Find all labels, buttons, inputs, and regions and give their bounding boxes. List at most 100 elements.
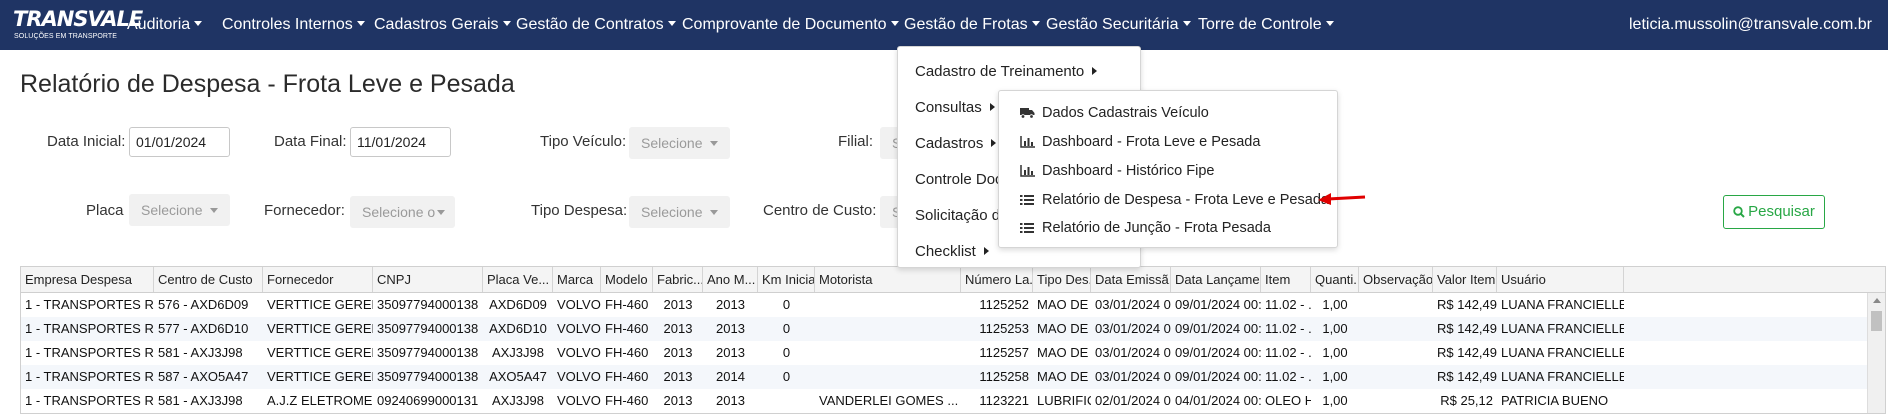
- column-header[interactable]: Km Inicial: [758, 267, 815, 292]
- table-cell: [815, 317, 961, 341]
- nav-comprovante-documento-label: Comprovante de Documento: [682, 16, 887, 33]
- logo-tagline: SOLUÇÕES EM TRANSPORTE: [14, 33, 118, 40]
- data-final-label: Data Final:: [274, 133, 347, 150]
- table-cell: 1,00: [1322, 345, 1348, 360]
- table-cell: 09/01/2024 00:...: [1175, 345, 1261, 360]
- column-header[interactable]: Fabric...: [653, 267, 703, 292]
- column-header[interactable]: Quanti...: [1311, 267, 1359, 292]
- table-row[interactable]: 1 - TRANSPORTES R... 587 - AXO5A47 VERTTIC…: [21, 365, 1867, 389]
- nav-gestao-securitaria[interactable]: Gestão Securitária: [1046, 15, 1191, 35]
- chevron-down-icon: [194, 21, 203, 26]
- column-header[interactable]: Observação: [1359, 267, 1433, 292]
- table-row[interactable]: 1 - TRANSPORTES R... 576 - AXD6D09 VERTTIC…: [21, 293, 1867, 317]
- table-cell: 581 - AXJ3J98: [158, 393, 243, 408]
- table-cell: [815, 293, 961, 317]
- table-cell: [1359, 317, 1433, 341]
- chevron-down-icon: [1031, 21, 1040, 26]
- table-cell: AXO5A47: [489, 369, 547, 384]
- column-header[interactable]: Item: [1261, 267, 1311, 292]
- table-cell: VANDERLEI GOMES ...: [819, 393, 959, 408]
- nav-gestao-contratos[interactable]: Gestão de Contratos: [516, 15, 676, 35]
- column-header[interactable]: Valor Item: [1433, 267, 1497, 292]
- nav-comprovante-documento[interactable]: Comprovante de Documento: [682, 15, 899, 35]
- table-cell: MAO DE ...: [1037, 297, 1091, 312]
- tipo-despesa-select[interactable]: Selecione: [629, 196, 730, 228]
- table-cell: 11.02 - ...: [1265, 321, 1311, 336]
- table-row[interactable]: 1 - TRANSPORTES R... 581 - AXJ3J98 A.J.Z E…: [21, 389, 1867, 413]
- logo-wordmark: TRANSVALE: [13, 7, 143, 31]
- column-header[interactable]: Data Emissã...: [1091, 267, 1171, 292]
- table-cell: 1125258: [979, 369, 1029, 384]
- data-inicial-input[interactable]: 01/01/2024: [129, 127, 230, 157]
- data-final-input[interactable]: 11/01/2024: [350, 127, 451, 157]
- user-menu[interactable]: leticia.mussolin@transvale.com.br: [1629, 15, 1872, 35]
- column-header[interactable]: Centro de Custo: [154, 267, 263, 292]
- table-cell: [1359, 389, 1433, 413]
- table-cell: VOLVO: [557, 297, 601, 312]
- chevron-down-icon: [502, 21, 511, 26]
- data-inicial-label: Data Inicial:: [47, 133, 126, 150]
- table-cell: 587 - AXO5A47: [158, 369, 249, 384]
- fornecedor-select[interactable]: Selecione o: [350, 196, 455, 228]
- column-header[interactable]: Marca: [553, 267, 601, 292]
- menu-item-label: Consultas: [915, 99, 982, 116]
- scroll-up-icon[interactable]: [1873, 298, 1881, 303]
- table-row[interactable]: 1 - TRANSPORTES R... 581 - AXJ3J98 VERTTIC…: [21, 341, 1867, 365]
- menu-item-consultas[interactable]: Consultas: [915, 98, 995, 118]
- column-header[interactable]: Motorista: [815, 267, 961, 292]
- column-header[interactable]: Ano M...: [703, 267, 758, 292]
- nav-gestao-frotas[interactable]: Gestão de Frotas: [904, 15, 1040, 35]
- menu-item-checklist[interactable]: Checklist: [915, 242, 989, 262]
- column-header[interactable]: Tipo Des...: [1033, 267, 1091, 292]
- list-icon: [1020, 195, 1034, 205]
- column-header[interactable]: Fornecedor: [263, 267, 373, 292]
- column-header[interactable]: Empresa Despesa: [21, 267, 154, 292]
- nav-controles-internos[interactable]: Controles Internos: [222, 15, 365, 35]
- tipo-despesa-label: Tipo Despesa:: [531, 202, 628, 219]
- table-cell: OLEO H...: [1265, 393, 1311, 408]
- table-cell: 04/01/2024 00:...: [1175, 393, 1261, 408]
- expense-report-grid: Empresa Despesa Centro de Custo Fornecedor…: [20, 266, 1886, 414]
- submenu-item-label: Dashboard - Histórico Fipe: [1042, 163, 1215, 179]
- table-cell: FH-460 ...: [605, 297, 653, 312]
- table-cell: 03/01/2024 0...: [1095, 369, 1171, 384]
- table-cell: 576 - AXD6D09: [158, 297, 249, 312]
- menu-item-cadastro-treinamento[interactable]: Cadastro de Treinamento: [915, 62, 1098, 82]
- vertical-scrollbar[interactable]: [1867, 293, 1885, 413]
- chevron-down-icon: [890, 21, 899, 26]
- table-cell: 0: [782, 345, 791, 360]
- table-cell: LUBRIFIC...: [1037, 393, 1091, 408]
- nav-auditoria[interactable]: Auditoria: [127, 15, 203, 35]
- table-cell: MAO DE ...: [1037, 345, 1091, 360]
- column-header[interactable]: Placa Ve...: [483, 267, 553, 292]
- grid-header: Empresa Despesa Centro de Custo Fornecedor…: [21, 267, 1885, 293]
- table-row[interactable]: 1 - TRANSPORTES R... 577 - AXD6D10 VERTTIC…: [21, 317, 1867, 341]
- top-navbar: TRANSVALE SOLUÇÕES EM TRANSPORTE Auditor…: [0, 0, 1888, 50]
- chevron-down-icon: [710, 210, 718, 215]
- placa-select[interactable]: Selecione: [129, 194, 230, 226]
- table-cell: R$ 142,49: [1437, 297, 1497, 312]
- tipo-veiculo-select[interactable]: Selecione: [629, 127, 730, 159]
- nav-torre-controle[interactable]: Torre de Controle: [1198, 15, 1334, 35]
- placa-label: Placa: [86, 202, 124, 219]
- bar-chart-icon: [1020, 165, 1035, 177]
- column-header[interactable]: Usuário: [1497, 267, 1624, 292]
- scrollbar-thumb[interactable]: [1871, 311, 1882, 331]
- table-cell: 1,00: [1322, 369, 1348, 384]
- table-cell: 02/01/2024 0...: [1095, 393, 1171, 408]
- menu-item-cadastros[interactable]: Cadastros: [915, 134, 997, 154]
- column-header[interactable]: Data Lançame...: [1171, 267, 1261, 292]
- table-cell: LUANA FRANCIELLE ...: [1501, 297, 1624, 312]
- column-header[interactable]: Modelo: [601, 267, 653, 292]
- chevron-down-icon: [1182, 21, 1191, 26]
- menu-item-solicitacao[interactable]: Solicitação de: [915, 206, 1008, 226]
- table-cell: 0: [782, 369, 791, 384]
- chevron-down-icon: [437, 210, 445, 215]
- chevron-down-icon: [356, 21, 365, 26]
- transvale-logo[interactable]: TRANSVALE SOLUÇÕES EM TRANSPORTE: [13, 7, 143, 43]
- menu-item-controle-doc[interactable]: Controle Doc: [915, 170, 1003, 190]
- column-header[interactable]: CNPJ: [373, 267, 483, 292]
- nav-cadastros-gerais[interactable]: Cadastros Gerais: [374, 15, 511, 35]
- column-header[interactable]: Número La...: [961, 267, 1033, 292]
- pesquisar-button[interactable]: Pesquisar: [1723, 195, 1825, 229]
